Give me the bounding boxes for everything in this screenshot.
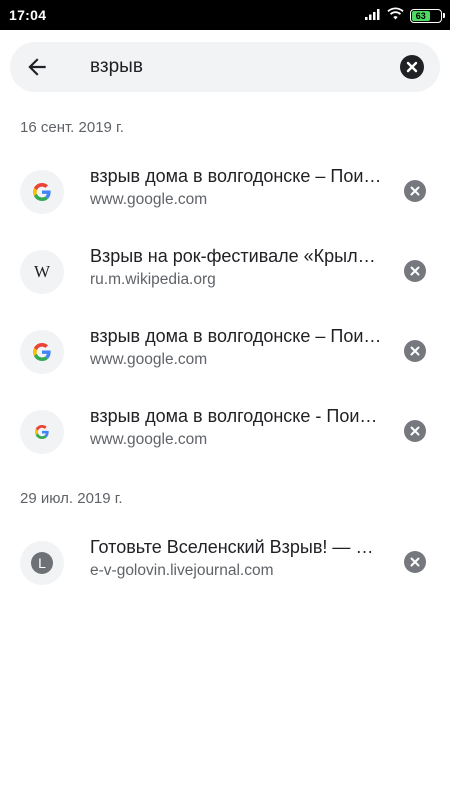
remove-icon[interactable] [404,551,426,573]
history-item[interactable]: L Готовьте Вселенский Взрыв! — Блог e-v-… [0,529,450,599]
item-title: Готовьте Вселенский Взрыв! — Блог [90,537,382,557]
google-icon [20,410,64,454]
item-url: ru.m.wikipedia.org [90,271,216,288]
status-bar: 17:04 63 [0,0,450,30]
item-title: взрыв дома в волгодонске – Поиск в Googl… [90,326,382,346]
battery-percent: 63 [415,10,426,21]
google-icon [20,170,64,214]
date-header: 29 июл. 2019 г. [20,490,123,507]
status-time: 17:04 [9,7,47,23]
remove-icon[interactable] [404,420,426,442]
history-item[interactable]: W Взрыв на рок-фестивале «Крылья» ru.m.w… [0,238,450,308]
item-url: www.google.com [90,351,208,368]
item-title: взрыв дома в волгодонске – Поиск в Googl… [90,166,382,186]
wikipedia-icon: W [20,250,64,294]
search-input[interactable] [90,54,390,80]
google-icon [20,330,64,374]
remove-icon[interactable] [404,180,426,202]
battery-icon: 63 [410,9,445,23]
item-title: взрыв дома в волгодонске - Поиск в Googl… [90,406,382,426]
battery-level: 63 [412,11,430,21]
status-icons: 63 [365,7,445,25]
item-url: www.google.com [90,431,208,448]
remove-icon[interactable] [404,340,426,362]
history-item[interactable]: взрыв дома в волгодонске - Поиск в Googl… [0,398,450,468]
remove-icon[interactable] [404,260,426,282]
history-item[interactable]: взрыв дома в волгодонске – Поиск в Googl… [0,158,450,228]
clear-search-icon[interactable] [400,55,424,79]
back-arrow-icon[interactable] [24,54,50,80]
item-url: www.google.com [90,191,208,208]
history-item[interactable]: взрыв дома в волгодонске – Поиск в Googl… [0,318,450,388]
date-header: 16 сент. 2019 г. [20,119,124,136]
signal-icon [365,7,381,25]
letter-l-icon: L [20,541,64,585]
item-url: e-v-golovin.livejournal.com [90,562,274,579]
search-bar [10,42,440,92]
wifi-icon [387,7,404,25]
item-title: Взрыв на рок-фестивале «Крылья» [90,246,382,266]
site-letter: L [31,552,53,574]
